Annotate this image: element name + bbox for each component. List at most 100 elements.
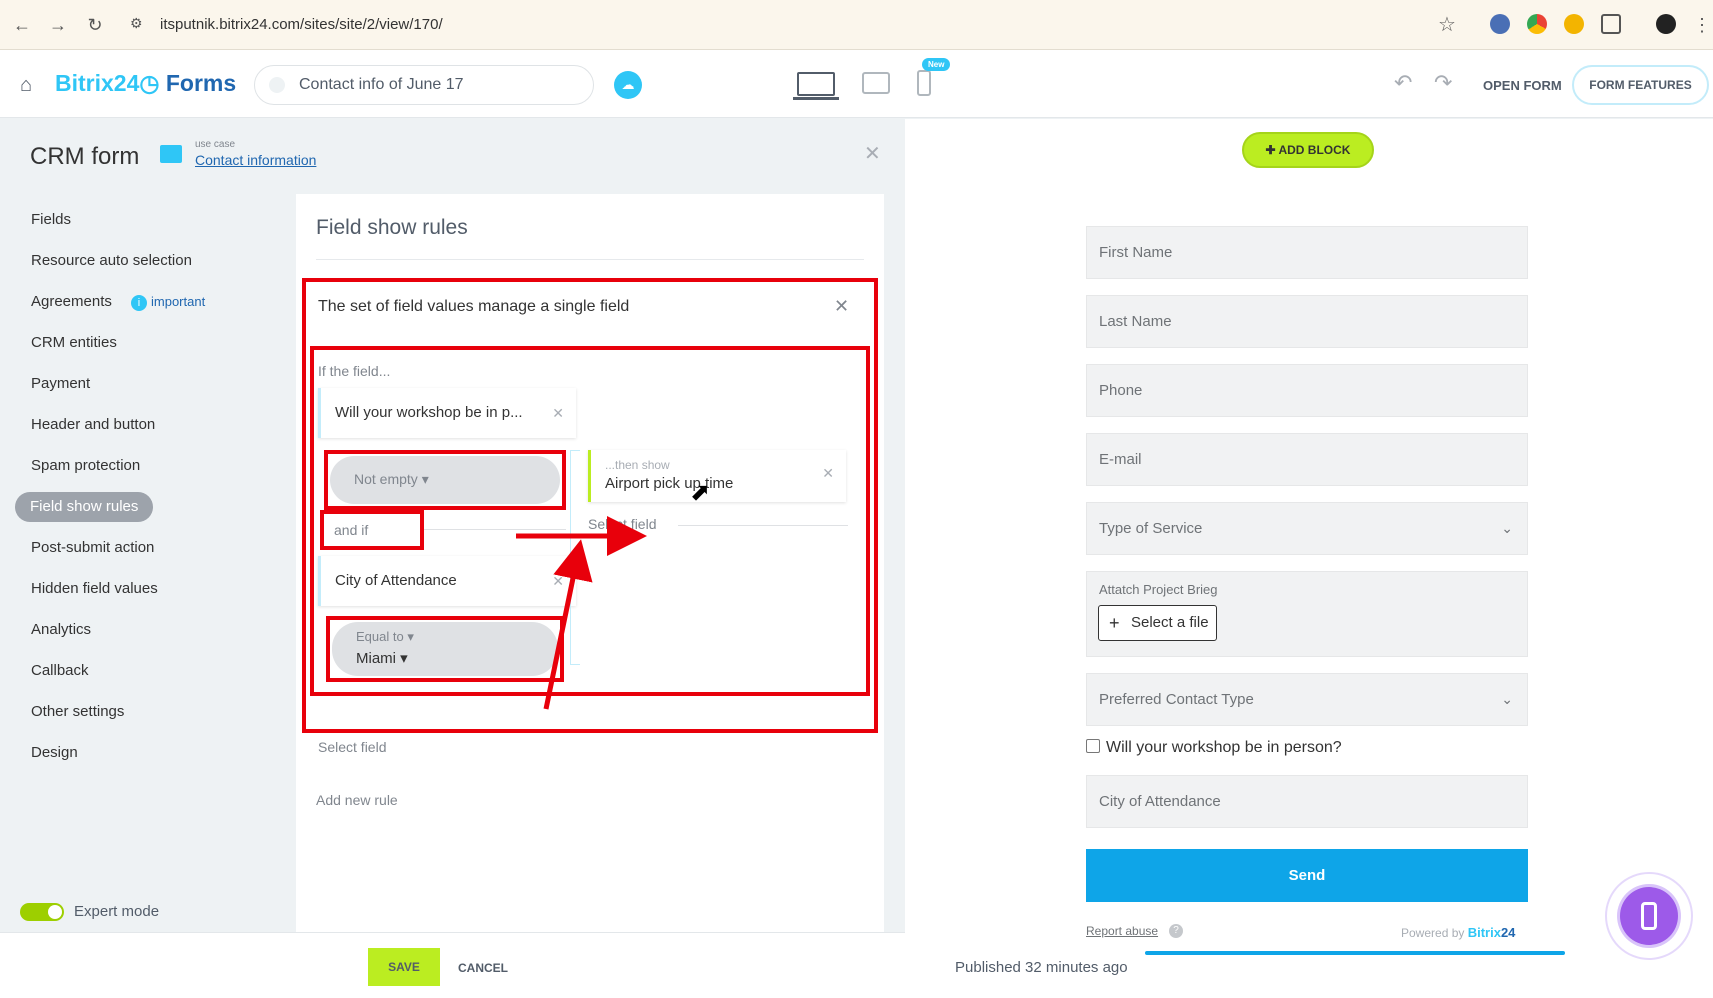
first-name-field[interactable]: First Name — [1086, 226, 1528, 279]
menu-item-spam-protection[interactable]: Spam protection — [15, 445, 265, 486]
powered-brand-number: 24 — [1500, 925, 1516, 940]
menu-item-analytics[interactable]: Analytics — [15, 609, 265, 650]
new-badge: New — [922, 58, 951, 71]
home-icon[interactable]: ⌂ — [20, 74, 32, 97]
send-button[interactable]: Send — [1086, 849, 1528, 902]
puzzle-icon[interactable] — [1601, 14, 1621, 34]
menu-label: Field show rules — [30, 498, 139, 515]
powered-by-label: Powered by — [1401, 926, 1465, 940]
mobile-view-icon[interactable] — [917, 70, 931, 96]
menu-label: Resource auto selection — [31, 252, 192, 269]
menu-item-resource-auto-selection[interactable]: Resource auto selection — [15, 240, 265, 281]
condition-field-chip[interactable]: Will your workshop be in p... ✕ — [318, 388, 576, 438]
file-upload-field: Attatch Project Brieg + Select a file — [1086, 571, 1528, 657]
then-show-chip[interactable]: ...then show Airport pick up time ✕ — [588, 450, 846, 502]
extension-icon[interactable] — [1564, 14, 1584, 34]
menu-item-payment[interactable]: Payment — [15, 363, 265, 404]
menu-label: Agreements — [31, 293, 112, 310]
expert-mode-toggle[interactable] — [20, 903, 64, 921]
address-bar[interactable]: itsputnik.bitrix24.com/sites/site/2/view… — [160, 16, 443, 33]
form-name-field[interactable]: Contact info of June 17 — [254, 65, 594, 105]
then-show-field: Airport pick up time — [605, 475, 734, 492]
menu-item-post-submit-action[interactable]: Post-submit action — [15, 527, 265, 568]
add-new-rule-link[interactable]: Add new rule — [316, 792, 398, 808]
panel-title: CRM form — [30, 143, 140, 170]
reload-icon[interactable]: ↻ — [83, 13, 107, 37]
condition-field-chip[interactable]: City of Attendance ✕ — [318, 556, 576, 606]
menu-label: Other settings — [31, 703, 125, 720]
select-field-link[interactable]: Select field — [318, 739, 386, 755]
menu-item-hidden-field-values[interactable]: Hidden field values — [15, 568, 265, 609]
redo-icon[interactable]: ↷ — [1434, 70, 1452, 96]
remove-target-icon[interactable]: ✕ — [822, 463, 834, 483]
use-case-link[interactable]: Contact information — [195, 152, 316, 168]
powered-by[interactable]: Powered by Bitrix24 — [1401, 925, 1515, 940]
site-settings-icon[interactable]: ⚙ — [130, 15, 143, 32]
bookmark-star-icon[interactable]: ☆ — [1438, 12, 1456, 37]
more-menu-icon[interactable]: ⋮ — [1690, 13, 1713, 37]
open-form-button[interactable]: OPEN FORM — [1483, 78, 1562, 93]
operator-value[interactable]: Miami ▾ — [356, 649, 408, 667]
cancel-button[interactable]: CANCEL — [458, 961, 508, 975]
select-file-button[interactable]: + Select a file — [1098, 605, 1217, 641]
menu-item-callback[interactable]: Callback — [15, 650, 265, 691]
form-features-button[interactable]: FORM FEATURES — [1572, 65, 1709, 105]
menu-item-other-settings[interactable]: Other settings — [15, 691, 265, 732]
tablet-view-icon[interactable] — [862, 72, 890, 94]
operator-highlight: Not empty ▾ — [324, 450, 566, 510]
select-file-label: Select a file — [1131, 614, 1209, 631]
browser-toolbar: ← → ↻ ⚙ itsputnik.bitrix24.com/sites/sit… — [0, 0, 1713, 50]
checkbox[interactable] — [1086, 739, 1100, 753]
preferred-contact-select[interactable]: Preferred Contact Type ⌄ — [1086, 673, 1528, 726]
last-name-field[interactable]: Last Name — [1086, 295, 1528, 348]
undo-icon[interactable]: ↶ — [1394, 70, 1412, 96]
form-avatar-icon — [269, 77, 285, 93]
extension-icon[interactable] — [1490, 14, 1510, 34]
menu-item-design[interactable]: Design — [15, 732, 265, 773]
chrome-extension-icon[interactable] — [1527, 14, 1547, 34]
desktop-view-icon[interactable] — [797, 72, 835, 96]
condition-field-name: Will your workshop be in p... — [335, 404, 523, 421]
menu-item-agreements[interactable]: Agreements i important — [15, 281, 265, 322]
rule-description: The set of field values manage a single … — [318, 298, 630, 315]
type-of-service-select[interactable]: Type of Service ⌄ — [1086, 502, 1528, 555]
operator-select[interactable]: Not empty ▾ — [330, 456, 560, 504]
menu-item-field-show-rules[interactable]: Field show rules — [15, 492, 154, 522]
form-name-text: Contact info of June 17 — [299, 76, 464, 93]
toggle-knob — [48, 905, 62, 919]
remove-condition-icon[interactable]: ✕ — [552, 556, 564, 606]
menu-item-crm-entities[interactable]: CRM entities — [15, 322, 265, 363]
forward-icon[interactable]: → — [46, 13, 70, 37]
operator-highlight: Equal to ▾ Miami ▾ — [326, 616, 564, 682]
menu-item-fields[interactable]: Fields — [15, 199, 265, 240]
report-abuse-link[interactable]: Report abuse — [1086, 924, 1158, 938]
menu-label: Post-submit action — [31, 539, 155, 556]
back-icon[interactable]: ← — [10, 13, 34, 37]
select-field-link[interactable]: Select field — [588, 516, 656, 532]
help-icon[interactable]: ? — [1169, 924, 1183, 938]
remove-rule-icon[interactable]: ✕ — [834, 296, 849, 317]
menu-label: Design — [31, 744, 78, 761]
important-badge[interactable]: i important — [131, 281, 205, 322]
operator-select[interactable]: Equal to ▾ Miami ▾ — [332, 622, 558, 676]
phone-field[interactable]: Phone — [1086, 364, 1528, 417]
remove-condition-icon[interactable]: ✕ — [552, 388, 564, 438]
menu-item-header-and-button[interactable]: Header and button — [15, 404, 265, 445]
close-icon[interactable]: ✕ — [864, 141, 881, 166]
save-button[interactable]: SAVE — [368, 948, 440, 986]
workshop-checkbox-row[interactable]: Will your workshop be in person? — [1086, 739, 1342, 757]
and-if-highlight: and if — [320, 510, 424, 550]
conditions-area: If the field... Will your workshop be in… — [310, 346, 870, 696]
use-case-icon — [160, 145, 182, 163]
contact-widget-button[interactable] — [1620, 887, 1678, 945]
operator-label: Equal to ▾ — [356, 629, 414, 644]
menu-label: Fields — [31, 211, 72, 228]
brand-logo[interactable]: Bitrix24◷ Forms — [55, 70, 236, 97]
profile-icon[interactable] — [1656, 14, 1676, 34]
cloud-save-icon[interactable]: ☁ — [614, 71, 642, 99]
email-field[interactable]: E-mail — [1086, 433, 1528, 486]
select-value: Preferred Contact Type — [1099, 691, 1254, 708]
city-field[interactable]: City of Attendance — [1086, 775, 1528, 828]
powered-brand: Bitrix — [1467, 925, 1501, 940]
add-block-button[interactable]: ✚ ADD BLOCK — [1242, 132, 1374, 168]
